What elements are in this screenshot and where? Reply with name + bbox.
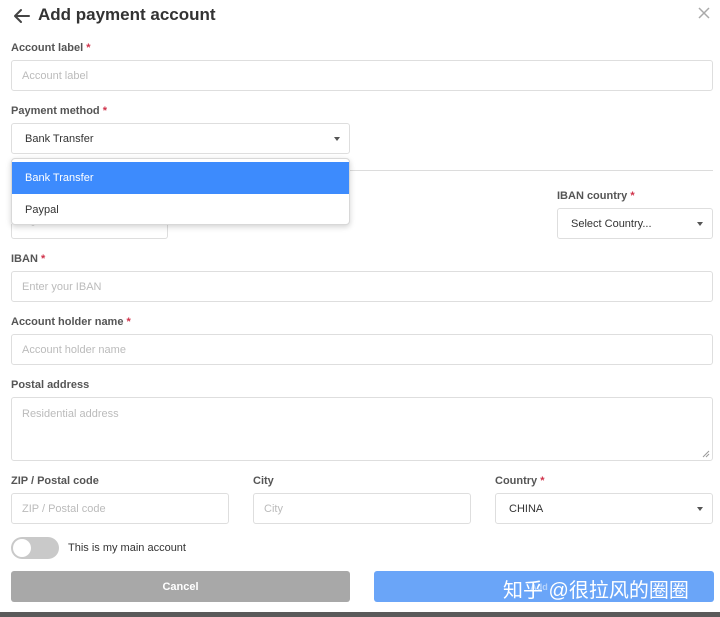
iban-country-select[interactable]: Select Country... <box>557 208 713 239</box>
dialog-title: Add payment account <box>38 5 216 24</box>
back-arrow-icon[interactable] <box>12 6 32 26</box>
dropdown-option-paypal[interactable]: Paypal <box>12 194 349 224</box>
window-bottom-edge <box>0 612 720 617</box>
account-holder-label: Account holder name * <box>11 316 131 328</box>
zip-input[interactable]: ZIP / Postal code <box>11 493 229 524</box>
chevron-down-icon <box>334 136 340 141</box>
iban-input[interactable]: Enter your IBAN <box>11 271 713 302</box>
close-icon[interactable] <box>696 5 712 21</box>
chevron-down-icon <box>697 506 703 511</box>
main-account-label: This is my main account <box>68 542 186 554</box>
iban-country-label: IBAN country * <box>557 190 635 202</box>
country-select[interactable]: CHINA <box>495 493 713 524</box>
resize-handle-icon[interactable] <box>702 450 710 458</box>
payment-method-select[interactable]: Bank Transfer <box>11 123 350 154</box>
section-divider <box>350 170 713 171</box>
watermark-text: 知乎 @很拉风的圈圈 <box>503 580 689 602</box>
postal-address-label: Postal address <box>11 379 90 391</box>
iban-label: IBAN * <box>11 253 46 265</box>
postal-address-textarea[interactable]: Residential address <box>11 397 713 461</box>
payment-method-dropdown: Bank Transfer Paypal <box>11 158 350 225</box>
chevron-down-icon <box>697 221 703 226</box>
account-holder-input[interactable]: Account holder name <box>11 334 713 365</box>
city-label: City <box>253 475 274 487</box>
payment-method-label: Payment method * <box>11 105 107 117</box>
toggle-knob <box>13 539 31 557</box>
dialog-header: Add payment account <box>0 0 720 34</box>
city-input[interactable]: City <box>253 493 471 524</box>
account-label-input[interactable]: Account label <box>11 60 713 91</box>
zip-label: ZIP / Postal code <box>11 475 99 487</box>
country-label: Country * <box>495 475 545 487</box>
dropdown-option-bank-transfer[interactable]: Bank Transfer <box>12 162 349 194</box>
account-label-label: Account label * <box>11 42 91 54</box>
cancel-button[interactable]: Cancel <box>11 571 350 602</box>
main-account-toggle[interactable] <box>11 537 59 559</box>
